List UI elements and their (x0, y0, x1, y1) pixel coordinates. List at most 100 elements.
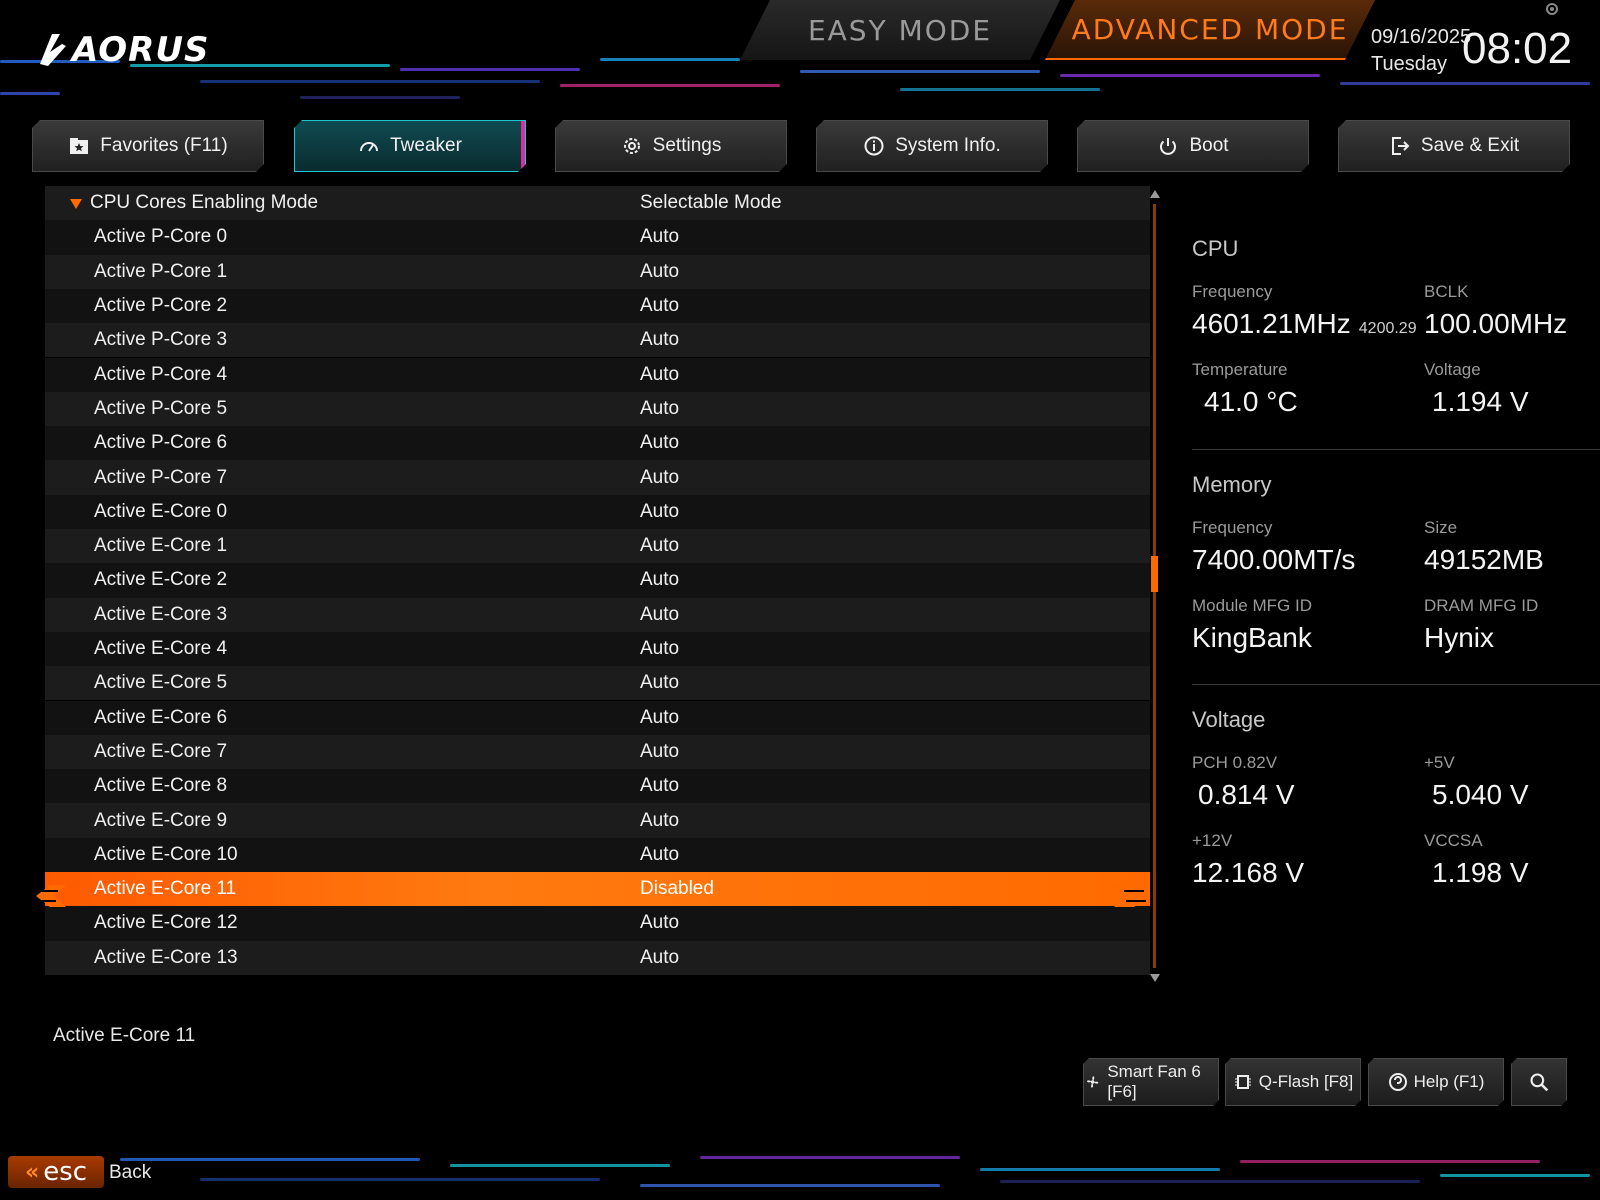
scroll-down-arrow-icon[interactable] (1150, 974, 1160, 982)
scroll-up-arrow-icon[interactable] (1150, 190, 1160, 198)
cpu-section: CPU Frequency 4601.21MHz 4200.29 BCLK 100… (1192, 236, 1600, 426)
setting-label: Active E-Core 9 (94, 809, 228, 831)
setting-row[interactable]: Active E-Core 4 Auto (45, 631, 1150, 667)
setting-value[interactable]: Auto (640, 295, 679, 317)
speedometer-icon (358, 135, 380, 157)
setting-label: Active E-Core 12 (94, 912, 238, 934)
setting-value[interactable]: Auto (640, 912, 679, 934)
setting-value[interactable]: Auto (640, 844, 679, 866)
setting-row[interactable]: Active P-Core 4 Auto (45, 357, 1150, 392)
plus12v-value: 12.168 V (1192, 857, 1305, 888)
memory-section: Memory Frequency 7400.00MT/s Size 49152M… (1192, 472, 1600, 662)
setting-row[interactable]: Active E-Core 12 Auto (45, 906, 1150, 941)
tab-tweaker[interactable]: Tweaker (294, 120, 526, 172)
scroll-thumb[interactable] (1151, 556, 1158, 592)
setting-value[interactable]: Auto (640, 329, 679, 351)
setting-label: Active P-Core 6 (94, 432, 228, 454)
setting-row[interactable]: Active P-Core 2 Auto (45, 288, 1150, 324)
advanced-mode-button[interactable]: ADVANCED MODE (1045, 0, 1375, 60)
cpu-frequency-subvalue: 4200.29 (1358, 320, 1417, 337)
setting-label: Active E-Core 8 (94, 775, 228, 797)
setting-value[interactable]: Disabled (640, 878, 714, 900)
dram-mfg-label: DRAM MFG ID (1424, 596, 1539, 615)
power-icon (1157, 135, 1179, 157)
settings-gear-icon[interactable] (1543, 0, 1561, 18)
setting-row[interactable]: Active P-Core 3 Auto (45, 323, 1150, 358)
setting-value[interactable]: Auto (640, 398, 679, 420)
setting-row[interactable]: Active P-Core 7 Auto (45, 460, 1150, 495)
setting-value[interactable]: Auto (640, 501, 679, 523)
expand-arrow-icon (70, 199, 82, 209)
smart-fan-label: Smart Fan 6 [F6] (1107, 1062, 1201, 1101)
setting-value[interactable]: Auto (640, 707, 679, 729)
q-flash-button[interactable]: Q-Flash [F8] (1225, 1058, 1361, 1106)
selection-marker-left (36, 885, 66, 907)
aorus-eagle-icon (40, 34, 66, 66)
setting-value[interactable]: Auto (640, 810, 679, 832)
setting-label: Active E-Core 2 (94, 569, 228, 591)
setting-row[interactable]: Active E-Core 7 Auto (45, 734, 1150, 770)
setting-row[interactable]: Active E-Core 5 Auto (45, 666, 1150, 701)
setting-row[interactable]: Active E-Core 8 Auto (45, 769, 1150, 804)
memory-frequency-label: Frequency (1192, 518, 1273, 537)
setting-value[interactable]: Auto (640, 569, 679, 591)
setting-value[interactable]: Auto (640, 467, 679, 489)
smart-fan-button[interactable]: Smart Fan 6 [F6] (1083, 1058, 1219, 1106)
setting-row[interactable]: Active E-Core 2 Auto (45, 563, 1150, 598)
selection-marker-right (1114, 885, 1148, 907)
setting-row[interactable]: Active E-Core 3 Auto (45, 597, 1150, 632)
plus12v-voltage: +12V 12.168 V (1192, 831, 1422, 889)
setting-row[interactable]: Active P-Core 6 Auto (45, 426, 1150, 461)
setting-row[interactable]: Active P-Core 0 Auto (45, 220, 1150, 255)
setting-value[interactable]: Auto (640, 638, 679, 660)
date-text: 09/16/2025 (1371, 26, 1472, 48)
module-mfg-value: KingBank (1192, 622, 1312, 653)
setting-row[interactable]: Active E-Core 6 Auto (45, 700, 1150, 735)
setting-value[interactable]: Auto (640, 226, 679, 248)
setting-row[interactable]: Active E-Core 1 Auto (45, 529, 1150, 564)
setting-value[interactable]: Auto (640, 741, 679, 763)
setting-value[interactable]: Auto (640, 535, 679, 557)
cpu-frequency-value-row: 4601.21MHz 4200.29 (1192, 308, 1422, 340)
cpu-voltage-label: Voltage (1424, 360, 1481, 379)
setting-value[interactable]: Auto (640, 775, 679, 797)
setting-row[interactable]: Active P-Core 1 Auto (45, 254, 1150, 289)
setting-label: Active E-Core 11 (94, 878, 237, 900)
cpu-bclk: BCLK 100.00MHz (1424, 282, 1600, 340)
setting-label: Active P-Core 0 (94, 226, 228, 248)
setting-value[interactable]: Auto (640, 947, 679, 969)
setting-value[interactable]: Auto (640, 672, 679, 694)
memory-size: Size 49152MB (1424, 518, 1600, 576)
cpu-cores-enabling-mode-row[interactable]: CPU Cores Enabling Mode Selectable Mode (45, 186, 1150, 221)
setting-value[interactable]: Auto (640, 364, 679, 386)
help-button[interactable]: Help (F1) (1368, 1058, 1504, 1106)
easy-mode-button[interactable]: EASY MODE (740, 0, 1060, 60)
setting-row[interactable]: Active E-Core 11 Disabled (45, 872, 1150, 907)
tab-system-info[interactable]: System Info. (816, 120, 1048, 172)
tab-save-exit[interactable]: Save & Exit (1338, 120, 1570, 172)
section-title: Memory (1192, 472, 1272, 497)
tab-label: Settings (652, 135, 722, 156)
setting-row[interactable]: Active E-Core 10 Auto (45, 837, 1150, 872)
esc-key-label: esc (43, 1157, 88, 1187)
aorus-logo: AORUS (38, 30, 209, 70)
setting-row[interactable]: Active E-Core 0 Auto (45, 494, 1150, 529)
star-folder-icon (68, 135, 90, 157)
list-scrollbar[interactable] (1150, 190, 1162, 982)
setting-row[interactable]: Active P-Core 5 Auto (45, 391, 1150, 427)
search-button[interactable] (1511, 1058, 1567, 1106)
main-tabs: Favorites (F11) Tweaker Settings System … (32, 120, 1572, 172)
tab-favorites[interactable]: Favorites (F11) (32, 120, 264, 172)
setting-row[interactable]: Active E-Core 9 Auto (45, 803, 1150, 838)
setting-value[interactable]: Auto (640, 604, 679, 626)
setting-value[interactable]: Selectable Mode (640, 192, 782, 214)
setting-row[interactable]: Active E-Core 13 Auto (45, 940, 1150, 975)
cpu-voltage-value: 1.194 V (1432, 386, 1529, 417)
setting-value[interactable]: Auto (640, 261, 679, 283)
setting-value[interactable]: Auto (640, 432, 679, 454)
tab-settings[interactable]: Settings (555, 120, 787, 172)
voltage-section: Voltage PCH 0.82V 0.814 V +5V 5.040 V +1… (1192, 707, 1600, 897)
esc-back-button[interactable]: « esc (8, 1156, 104, 1188)
cpu-temperature: Temperature 41.0 °C (1192, 360, 1422, 418)
tab-boot[interactable]: Boot (1077, 120, 1309, 172)
